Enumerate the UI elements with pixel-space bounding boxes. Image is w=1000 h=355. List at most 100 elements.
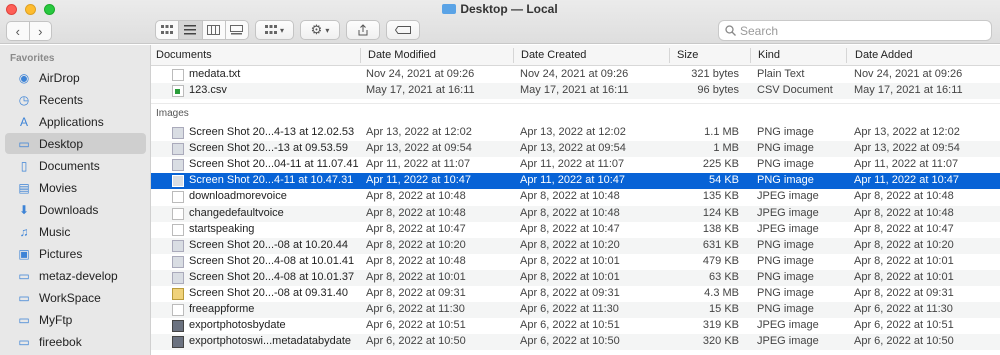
icon-view-icon[interactable] xyxy=(156,21,178,39)
file-kind: JPEG image xyxy=(757,335,819,348)
file-kind: PNG image xyxy=(757,126,814,138)
date-added: Apr 8, 2022 at 10:01 xyxy=(854,254,954,267)
sidebar-item-desktop[interactable]: ▭ Desktop xyxy=(5,133,146,154)
table-row[interactable]: Screen Shot 20...4-08 at 10.01.41 Apr 8, … xyxy=(151,254,1000,270)
table-row[interactable]: freeappforme Apr 6, 2022 at 11:30 Apr 6, 2… xyxy=(151,302,1000,319)
column-date-added[interactable]: Date Added xyxy=(855,49,913,61)
file-kind: PNG image xyxy=(757,303,814,316)
date-modified: Apr 8, 2022 at 10:48 xyxy=(366,254,466,267)
file-kind: PNG image xyxy=(757,254,814,267)
table-row[interactable]: startspeaking Apr 8, 2022 at 10:47 Apr 8, … xyxy=(151,222,1000,238)
file-size: 54 KB xyxy=(709,174,739,187)
file-icon xyxy=(172,223,184,236)
file-icon xyxy=(172,207,184,220)
column-size[interactable]: Size xyxy=(677,49,698,61)
date-modified: Apr 8, 2022 at 10:48 xyxy=(366,190,466,203)
file-icon xyxy=(172,175,184,188)
date-created: Apr 13, 2022 at 09:54 xyxy=(520,142,626,155)
sidebar-item-airdrop[interactable]: ◉ AirDrop xyxy=(5,67,146,88)
column-date-modified[interactable]: Date Modified xyxy=(368,49,436,61)
date-modified: Nov 24, 2021 at 09:26 xyxy=(366,68,475,80)
date-modified: Apr 11, 2022 at 10:47 xyxy=(366,174,471,187)
date-created: Apr 8, 2022 at 10:01 xyxy=(520,270,620,283)
table-row[interactable]: Screen Shot 20...4-13 at 12.02.53 Apr 13,… xyxy=(151,125,1000,141)
chevron-down-icon: ▾ xyxy=(279,25,284,35)
group-by-button[interactable]: ▾ xyxy=(255,20,294,40)
view-mode-selector xyxy=(155,20,249,40)
date-modified: Apr 8, 2022 at 10:47 xyxy=(366,222,466,235)
chevron-down-icon: ▾ xyxy=(325,25,330,35)
folder-icon: ▭ xyxy=(18,268,30,283)
date-modified: Apr 6, 2022 at 11:30 xyxy=(366,303,465,316)
gallery-view-icon[interactable] xyxy=(224,21,248,39)
file-size: 96 bytes xyxy=(697,84,739,97)
table-row[interactable]: Screen Shot 20...-13 at 09.53.59 Apr 13, … xyxy=(151,141,1000,158)
table-row[interactable]: exportphotosbydate Apr 6, 2022 at 10:51 Ap… xyxy=(151,318,1000,334)
date-added: Apr 11, 2022 at 11:07 xyxy=(854,158,959,171)
desktop-icon: ▭ xyxy=(18,136,30,151)
back-button[interactable]: ‹ xyxy=(7,22,29,40)
tags-button[interactable] xyxy=(386,20,420,40)
table-row[interactable]: medata.txt Nov 24, 2021 at 09:26 Nov 24, 2… xyxy=(151,67,1000,83)
search-field[interactable]: Search xyxy=(718,20,992,41)
table-row[interactable]: 123.csv May 17, 2021 at 16:11 May 17, 2021… xyxy=(151,83,1000,100)
date-added: Apr 6, 2022 at 11:30 xyxy=(854,303,953,316)
date-added: Apr 13, 2022 at 12:02 xyxy=(854,126,960,138)
file-kind: JPEG image xyxy=(757,206,819,219)
file-size: 124 KB xyxy=(702,206,739,219)
file-name: Screen Shot 20...4-08 at 10.01.41 xyxy=(189,254,355,267)
table-row[interactable]: Screen Shot 20...04-11 at 11.07.41 Apr 11… xyxy=(151,157,1000,173)
share-button[interactable] xyxy=(346,20,380,40)
table-row[interactable]: Screen Shot 20...-08 at 09.31.40 Apr 8, 2… xyxy=(151,286,1000,302)
date-added: Apr 8, 2022 at 10:48 xyxy=(854,190,954,203)
date-modified: Apr 8, 2022 at 10:20 xyxy=(366,238,466,251)
file-size: 320 KB xyxy=(702,335,739,348)
date-modified: Apr 6, 2022 at 10:51 xyxy=(366,319,466,332)
sidebar-item-workspace[interactable]: ▭ WorkSpace xyxy=(5,287,146,308)
film-icon: ▤ xyxy=(18,180,30,195)
airdrop-icon: ◉ xyxy=(18,70,30,85)
forward-button[interactable]: › xyxy=(28,22,52,40)
column-view-icon[interactable] xyxy=(201,21,225,39)
file-size: 63 KB xyxy=(709,270,739,283)
images-group-heading: Images xyxy=(151,103,1000,121)
table-row[interactable]: Screen Shot 20...-08 at 10.20.44 Apr 8, 2… xyxy=(151,237,1000,254)
file-kind: Plain Text xyxy=(757,68,805,80)
date-added: Apr 8, 2022 at 10:48 xyxy=(854,206,954,219)
sidebar-item-movies[interactable]: ▤ Movies xyxy=(5,177,146,198)
table-row[interactable]: downloadmorevoice Apr 8, 2022 at 10:48 Apr… xyxy=(151,189,1000,205)
date-added: Nov 24, 2021 at 09:26 xyxy=(854,68,963,80)
sidebar-item-downloads[interactable]: ⬇ Downloads xyxy=(5,199,146,220)
column-date-created[interactable]: Date Created xyxy=(521,49,586,61)
table-row[interactable]: Screen Shot 20...4-08 at 10.01.37 Apr 8, … xyxy=(151,269,1000,286)
file-name: Screen Shot 20...4-08 at 10.01.37 xyxy=(189,270,355,283)
column-documents[interactable]: Documents xyxy=(156,49,212,61)
sidebar-item-recents[interactable]: ◷ Recents xyxy=(5,89,146,110)
column-header: Documents Date Modified Date Created Siz… xyxy=(151,45,1000,66)
sidebar-item-fireebok[interactable]: ▭ fireebok xyxy=(5,331,146,352)
table-row[interactable]: exportphotoswi...metadatabydate Apr 6, 20… xyxy=(151,334,1000,351)
date-added: Apr 13, 2022 at 09:54 xyxy=(854,142,960,155)
table-row[interactable]: Screen Shot 20...4-11 at 10.47.31 Apr 11,… xyxy=(151,173,1000,190)
sidebar-item-metaz-develop[interactable]: ▭ metaz-develop xyxy=(5,265,146,286)
sidebar-item-myftp[interactable]: ▭ MyFtp xyxy=(5,309,146,330)
gear-icon: ⚙ xyxy=(310,22,323,37)
sidebar-item-applications[interactable]: A Applications xyxy=(5,111,146,132)
action-menu-button[interactable]: ⚙ ▾ xyxy=(300,20,340,40)
date-modified: Apr 8, 2022 at 10:01 xyxy=(366,270,466,283)
date-added: Apr 8, 2022 at 10:20 xyxy=(854,238,954,251)
table-row[interactable]: changedefaultvoice Apr 8, 2022 at 10:48 Ap… xyxy=(151,205,1000,222)
sidebar-item-pictures[interactable]: ▣ Pictures xyxy=(5,243,146,264)
date-created: Apr 13, 2022 at 12:02 xyxy=(520,126,626,138)
column-kind[interactable]: Kind xyxy=(758,49,780,61)
pictures-icon: ▣ xyxy=(18,246,30,261)
file-name: medata.txt xyxy=(189,68,241,80)
search-placeholder: Search xyxy=(740,23,779,38)
file-icon xyxy=(172,191,184,204)
sidebar-item-music[interactable]: ♫ Music xyxy=(5,221,146,242)
file-size: 631 KB xyxy=(702,238,739,251)
folder-icon: ▭ xyxy=(18,334,30,349)
list-view-icon[interactable] xyxy=(178,21,202,39)
folder-icon: ▭ xyxy=(18,312,30,327)
sidebar-item-documents[interactable]: ▯ Documents xyxy=(5,155,146,176)
